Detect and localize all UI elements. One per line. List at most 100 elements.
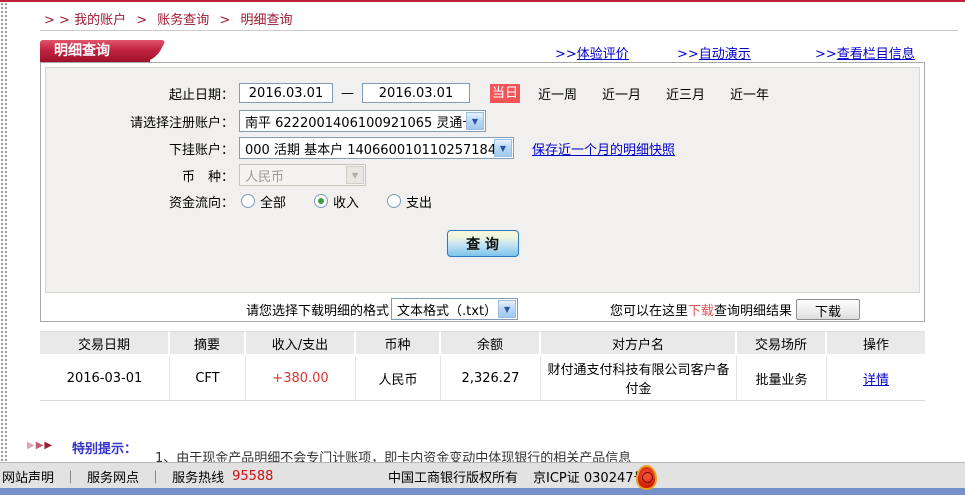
quick-range-today-button[interactable]: 当日 — [490, 84, 520, 103]
footer-links: 网站声明 ｜ 服务网点 ｜ 服务热线 95588 — [2, 467, 273, 486]
footer-link-branches[interactable]: 服务网点 — [87, 467, 139, 486]
quick-range-month-button[interactable]: 近一月 — [602, 84, 641, 103]
table-header-row: 交易日期 摘要 收入/支出 币种 余额 对方户名 交易场所 操作 — [40, 331, 925, 356]
col-header-summary: 摘要 — [170, 331, 246, 356]
notice-title: 特别提示： — [72, 438, 137, 457]
top-red-line — [0, 0, 965, 2]
register-account-label: 请选择注册账户： — [46, 112, 234, 131]
sub-account-label: 下挂账户： — [46, 139, 234, 158]
link-experience-rating[interactable]: >>体验评价 — [555, 43, 629, 62]
register-account-select[interactable]: 南平 6222001406100921065 灵通卡 ▼ — [239, 110, 486, 132]
date-range-label: 起止日期： — [46, 84, 234, 103]
footer-hotline-label: 服务热线 — [172, 467, 224, 486]
icbc-emblem-icon — [636, 465, 657, 490]
flow-radio-expense[interactable]: 支出 — [387, 192, 432, 211]
quick-range-week-button[interactable]: 近一周 — [538, 84, 577, 103]
save-snapshot-link[interactable]: 保存近一个月的明细快照 — [532, 139, 675, 158]
link-label: 体验评价 — [577, 47, 629, 62]
download-hint-post: 查询明细结果 — [714, 304, 792, 319]
breadcrumb-item-account-query[interactable]: 账务查询 — [157, 13, 209, 28]
footer-copyright: 中国工商银行版权所有 — [388, 467, 518, 486]
cell-currency: 人民币 — [356, 356, 441, 401]
flow-radio-all-label: 全部 — [260, 192, 286, 211]
detail-query-page: > > 我的账户 > 账务查询 > 明细查询 明细查询 >>体验评价 >>自动演… — [0, 0, 965, 495]
cell-venue: 批量业务 — [737, 356, 827, 401]
currency-select-disabled: 人民币 ▼ — [239, 164, 366, 186]
col-header-amount: 收入/支出 — [246, 331, 356, 356]
tab-detail-query: 明细查询 — [40, 40, 150, 62]
footer-hotline-number: 95588 — [232, 469, 273, 484]
col-header-date: 交易日期 — [40, 331, 170, 356]
currency-label: 币 种： — [46, 166, 234, 185]
date-from-input[interactable] — [239, 83, 333, 103]
flow-radio-income[interactable]: 收入 — [314, 192, 359, 211]
chevron-down-icon: ▼ — [466, 112, 484, 130]
tab-title: 明细查询 — [54, 43, 110, 59]
transaction-table: 交易日期 摘要 收入/支出 币种 余额 对方户名 交易场所 操作 2016-03… — [40, 331, 925, 401]
cell-summary: CFT — [170, 356, 246, 401]
detail-link[interactable]: 详情 — [863, 373, 889, 388]
date-range-row: 起止日期： — 当日 近一周 近一月 近三月 近一年 — [46, 82, 919, 104]
link-view-column-info[interactable]: >>查看栏目信息 — [815, 43, 915, 62]
query-button[interactable]: 查 询 — [447, 230, 519, 257]
download-hint-emphasis: 下载 — [688, 304, 714, 319]
notice-arrows: ▶▶▶ — [27, 440, 53, 451]
header-divider — [40, 30, 958, 31]
left-dotted-edge — [0, 2, 7, 461]
footer-separator: ｜ — [149, 467, 162, 486]
table-row: 2016-03-01 CFT +380.00 人民币 2,326.27 财付通支… — [40, 356, 925, 401]
breadcrumb: > > 我的账户 > 账务查询 > 明细查询 — [44, 9, 292, 28]
notice-arrow-icon: ▶ — [44, 440, 53, 451]
quick-range-quarter-button[interactable]: 近三月 — [666, 84, 705, 103]
breadcrumb-item-my-account[interactable]: 我的账户 — [74, 13, 126, 28]
link-label: 查看栏目信息 — [837, 47, 915, 62]
cell-balance: 2,326.27 — [441, 356, 541, 401]
col-header-balance: 余额 — [441, 331, 541, 356]
notice-text-clipped: 1、由于现金产品明细不会专门计账项，即卡内资金变动中体现银行的相关产品信息 — [155, 451, 795, 462]
sub-account-value: 000 活期 基本户 1406600101102571848 — [245, 139, 504, 158]
link-prefix: >> — [815, 47, 837, 62]
col-header-currency: 币种 — [356, 331, 441, 356]
download-hint: 您可以在这里下载查询明细结果 — [610, 300, 792, 319]
currency-value: 人民币 — [245, 166, 284, 185]
flow-direction-label: 资金流向： — [46, 192, 234, 211]
link-auto-demo[interactable]: >>自动演示 — [677, 43, 751, 62]
date-to-input[interactable] — [362, 83, 470, 103]
breadcrumb-separator: > — [219, 13, 230, 28]
flow-direction-row: 资金流向： 全部 收入 支出 — [46, 190, 919, 212]
footer-icp: 京ICP证 030247号 — [533, 467, 647, 486]
cell-counterparty: 财付通支付科技有限公司客户备付金 — [541, 356, 737, 401]
download-button[interactable]: 下载 — [796, 299, 860, 320]
link-label: 自动演示 — [699, 47, 751, 62]
col-header-action: 操作 — [827, 331, 925, 356]
download-format-select[interactable]: 文本格式（.txt） ▼ — [391, 298, 518, 320]
quick-range-year-button[interactable]: 近一年 — [730, 84, 769, 103]
col-header-venue: 交易场所 — [737, 331, 827, 356]
download-row: 请您选择下载明细的格式 文本格式（.txt） ▼ 您可以在这里下载查询明细结果 … — [41, 298, 924, 320]
col-header-counterparty: 对方户名 — [541, 331, 737, 356]
radio-icon — [241, 194, 255, 208]
cell-amount: +380.00 — [246, 356, 356, 401]
link-prefix: >> — [677, 47, 699, 62]
flow-radio-all[interactable]: 全部 — [241, 192, 286, 211]
bottom-blue-bar — [0, 488, 965, 495]
breadcrumb-prefix: > > — [44, 13, 70, 28]
radio-icon — [314, 194, 328, 208]
breadcrumb-separator: > — [136, 13, 147, 28]
chevron-down-icon: ▼ — [494, 139, 512, 157]
download-hint-pre: 您可以在这里 — [610, 304, 688, 319]
flow-radio-expense-label: 支出 — [406, 192, 432, 211]
footer-link-statement[interactable]: 网站声明 — [2, 467, 54, 486]
link-prefix: >> — [555, 47, 577, 62]
notice-arrow-icon: ▶ — [27, 440, 36, 451]
sub-account-select[interactable]: 000 活期 基本户 1406600101102571848 ▼ — [239, 137, 514, 159]
chevron-down-icon: ▼ — [498, 300, 516, 318]
query-button-row: 查 询 — [46, 230, 919, 257]
download-format-value: 文本格式（.txt） — [397, 300, 497, 319]
radio-icon — [387, 194, 401, 208]
register-account-row: 请选择注册账户： 南平 6222001406100921065 灵通卡 ▼ — [46, 110, 919, 132]
currency-row: 币 种： 人民币 ▼ — [46, 164, 919, 186]
download-format-label: 请您选择下载明细的格式 — [246, 300, 389, 319]
footer-separator: ｜ — [64, 467, 77, 486]
breadcrumb-item-detail-query[interactable]: 明细查询 — [240, 13, 292, 28]
